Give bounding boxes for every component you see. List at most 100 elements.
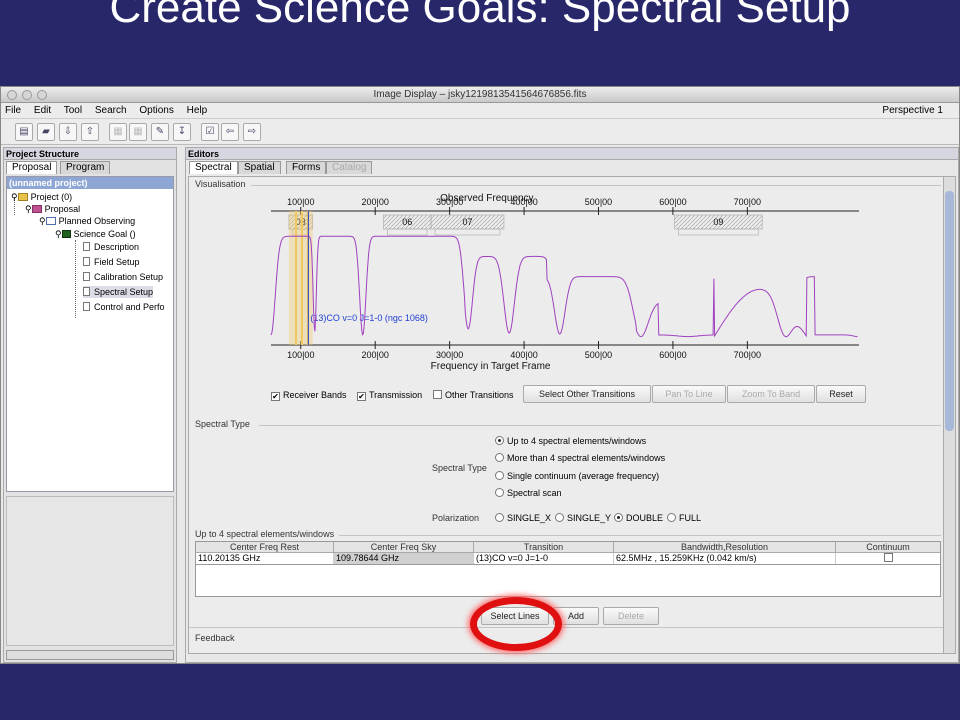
project-tree: (unnamed project) ⚲ Project (0) ⚲ Proposal… [6, 176, 174, 492]
continuum-cell[interactable] [836, 553, 940, 564]
radio-icon[interactable] [495, 436, 504, 445]
tab-spectral[interactable]: Spectral [189, 161, 238, 174]
tree-item-control-performance[interactable]: Control and Perfo [83, 301, 165, 313]
zoom-icon[interactable] [37, 90, 47, 100]
column-header[interactable]: Transition [474, 542, 614, 553]
table-cell[interactable]: (13)CO v=0 J=1-0 [474, 553, 614, 564]
tree-item-proposal[interactable]: ⚲ Proposal [25, 203, 80, 215]
selected-project[interactable]: (unnamed project) [7, 177, 173, 189]
left-horizontal-scrollbar[interactable] [6, 650, 174, 660]
tree-item-science-goal[interactable]: ⚲ Science Goal () [55, 228, 136, 240]
menu-options[interactable]: Options [139, 105, 173, 116]
back-arrow-icon[interactable]: ⇦ [221, 123, 239, 141]
tab-spatial[interactable]: Spatial [238, 161, 281, 174]
top-tick-label: 400|00 [510, 197, 537, 207]
checkbox-icon[interactable] [433, 390, 442, 399]
table-cell[interactable]: 62.5MHz , 15.259KHz (0.042 km/s) [614, 553, 836, 564]
forward-arrow-icon[interactable]: ⇨ [243, 123, 261, 141]
export-icon[interactable]: ⇧ [81, 123, 99, 141]
save-icon[interactable]: ⇩ [59, 123, 77, 141]
transmission-checkbox[interactable]: ✔ Transmission [357, 390, 422, 401]
menu-help[interactable]: Help [187, 105, 208, 116]
close-icon[interactable] [7, 90, 17, 100]
minimize-icon[interactable] [22, 90, 32, 100]
expand-icon[interactable]: ⚲ [25, 204, 32, 214]
tree-item-description[interactable]: Description [83, 241, 139, 253]
column-header[interactable]: Bandwidth,Resolution [614, 542, 836, 553]
slide-title: Create Science Goals: Spectral Setup [109, 0, 851, 32]
radio-icon[interactable] [667, 513, 676, 522]
radio-up-to-4-windows[interactable]: Up to 4 spectral elements/windows [495, 436, 646, 447]
radio-double[interactable]: DOUBLE [614, 513, 663, 524]
group-divider [259, 425, 941, 426]
bottom-tick-label: 100|00 [287, 350, 314, 360]
menu-edit[interactable]: Edit [34, 105, 51, 116]
radio-icon[interactable] [495, 471, 504, 480]
checkbox-icon[interactable]: ☑ [201, 123, 219, 141]
radio-icon[interactable] [555, 513, 564, 522]
zoom-to-band-button[interactable]: Zoom To Band [727, 385, 815, 403]
other-transitions-checkbox[interactable]: Other Transitions [433, 390, 514, 401]
validate-icon[interactable]: ✎ [151, 123, 169, 141]
open-icon[interactable]: ▰ [37, 123, 55, 141]
tab-forms[interactable]: Forms [286, 161, 327, 174]
radio-single-continuum[interactable]: Single continuum (average frequency) [495, 471, 659, 482]
radio-icon[interactable] [495, 488, 504, 497]
expand-icon[interactable]: ⚲ [55, 229, 62, 239]
feedback-label: Feedback [195, 633, 235, 643]
checkbox-icon[interactable]: ✔ [357, 392, 366, 401]
continuum-checkbox[interactable] [884, 553, 893, 562]
tab-program[interactable]: Program [60, 161, 111, 174]
expand-icon[interactable]: ⚲ [11, 192, 18, 202]
menubar: File Edit Tool Search Options Help Persp… [1, 103, 959, 119]
editor-vertical-scrollbar[interactable] [943, 177, 955, 653]
radio-full[interactable]: FULL [667, 513, 701, 524]
scroll-thumb[interactable] [945, 191, 954, 431]
column-header[interactable]: Continuum [836, 542, 940, 553]
tree-item-field-setup[interactable]: Field Setup [83, 256, 140, 268]
application-window: Image Display – jsky1219813541564676856.… [0, 86, 960, 664]
tree-item-planned-observing[interactable]: ⚲ Planned Observing [39, 215, 135, 227]
top-tick-label: 300|00 [436, 197, 463, 207]
group-divider [251, 185, 941, 186]
tab-catalog[interactable]: Catalog [326, 161, 373, 174]
radio-icon[interactable] [495, 453, 504, 462]
menu-search[interactable]: Search [95, 105, 127, 116]
delete-button[interactable]: Delete [603, 607, 659, 625]
cut-icon[interactable]: ▦ [109, 123, 127, 141]
window-titlebar: Image Display – jsky1219813541564676856.… [1, 87, 959, 103]
radio-more-than-4-windows[interactable]: More than 4 spectral elements/windows [495, 453, 665, 464]
reset-button[interactable]: Reset [816, 385, 866, 403]
tree-item-project[interactable]: ⚲ Project (0) [11, 191, 72, 203]
bottom-tick-label: 500|00 [585, 350, 612, 360]
tree-item-calibration-setup[interactable]: Calibration Setup [83, 271, 163, 283]
tab-proposal[interactable]: Proposal [6, 161, 58, 174]
radio-single-y[interactable]: SINGLE_Y [555, 513, 611, 524]
pan-to-line-button[interactable]: Pan To Line [652, 385, 726, 403]
radio-icon[interactable] [614, 513, 623, 522]
receiver-bands-checkbox[interactable]: ✔ Receiver Bands [271, 390, 347, 401]
folder-icon [45, 217, 56, 225]
perspective-label[interactable]: Perspective 1 [882, 103, 943, 119]
spectrum-plot[interactable]: Observed Frequency100|00100|00200|00200|… [259, 187, 899, 377]
menu-file[interactable]: File [5, 105, 21, 116]
column-header[interactable]: Center Freq Rest [196, 542, 334, 553]
import-icon[interactable]: ↧ [173, 123, 191, 141]
select-other-transitions-button[interactable]: Select Other Transitions [523, 385, 651, 403]
table-cell[interactable]: 110.20135 GHz [196, 553, 334, 564]
radio-single-x[interactable]: SINGLE_X [495, 513, 551, 524]
new-document-icon[interactable]: ▤ [15, 123, 33, 141]
column-header[interactable]: Center Freq Sky [334, 542, 474, 553]
radio-spectral-scan[interactable]: Spectral scan [495, 488, 562, 499]
spectral-editor: Visualisation Observed Frequency 100|00 10… [188, 176, 956, 654]
checkbox-icon[interactable]: ✔ [271, 392, 280, 401]
copy-icon[interactable]: ▦ [129, 123, 147, 141]
radio-icon[interactable] [495, 513, 504, 522]
highlight-ring [470, 597, 562, 651]
band-label: 06 [402, 217, 412, 227]
bottom-tick-label: 200|00 [362, 350, 389, 360]
menu-tool[interactable]: Tool [64, 105, 82, 116]
expand-icon[interactable]: ⚲ [39, 216, 46, 226]
folder-icon [17, 193, 28, 201]
tree-item-spectral-setup[interactable]: Spectral Setup [83, 286, 154, 298]
